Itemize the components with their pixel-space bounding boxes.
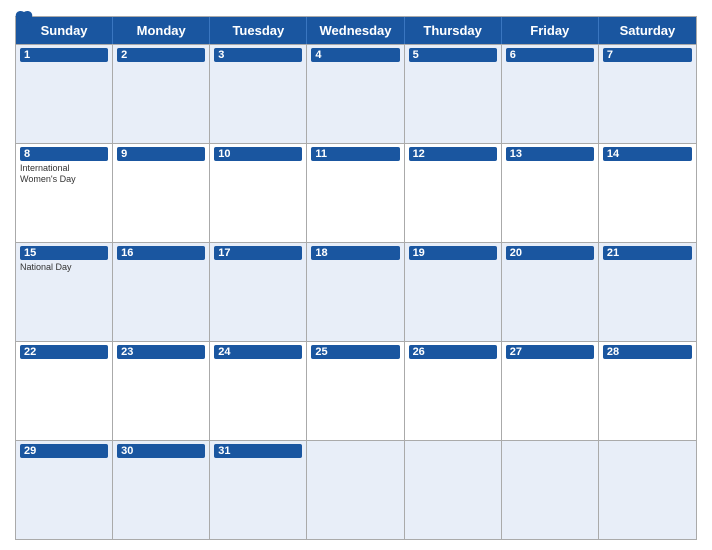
date-number: 18	[311, 246, 399, 260]
date-number: 2	[117, 48, 205, 62]
calendar-cell	[307, 441, 404, 539]
calendar-cell: 26	[405, 342, 502, 440]
date-number: 10	[214, 147, 302, 161]
date-number: 28	[603, 345, 692, 359]
calendar-body: 12345678International Women's Day9101112…	[16, 44, 696, 539]
date-number: 9	[117, 147, 205, 161]
header-day-thursday: Thursday	[405, 17, 502, 44]
calendar-week-1: 1234567	[16, 44, 696, 143]
calendar-cell: 31	[210, 441, 307, 539]
calendar-cell: 5	[405, 45, 502, 143]
header-day-friday: Friday	[502, 17, 599, 44]
calendar-cell: 19	[405, 243, 502, 341]
calendar-header-row: SundayMondayTuesdayWednesdayThursdayFrid…	[16, 17, 696, 44]
header-day-wednesday: Wednesday	[307, 17, 404, 44]
calendar-cell: 16	[113, 243, 210, 341]
calendar-cell: 2	[113, 45, 210, 143]
calendar-cell: 14	[599, 144, 696, 242]
calendar-cell: 1	[16, 45, 113, 143]
date-number: 1	[20, 48, 108, 62]
calendar-cell: 25	[307, 342, 404, 440]
date-number: 19	[409, 246, 497, 260]
calendar-cell: 12	[405, 144, 502, 242]
calendar-cell	[502, 441, 599, 539]
calendar-cell: 22	[16, 342, 113, 440]
date-number: 8	[20, 147, 108, 161]
date-number: 26	[409, 345, 497, 359]
calendar-cell: 23	[113, 342, 210, 440]
date-number: 27	[506, 345, 594, 359]
logo	[15, 10, 35, 26]
calendar-cell: 30	[113, 441, 210, 539]
calendar-cell: 27	[502, 342, 599, 440]
event-label: National Day	[20, 262, 108, 273]
calendar-cell: 15 National Day	[16, 243, 113, 341]
date-number: 29	[20, 444, 108, 458]
date-number: 11	[311, 147, 399, 161]
date-number: 13	[506, 147, 594, 161]
calendar-cell	[405, 441, 502, 539]
event-label: International Women's Day	[20, 163, 108, 185]
calendar-page: SundayMondayTuesdayWednesdayThursdayFrid…	[0, 0, 712, 550]
date-number: 22	[20, 345, 108, 359]
calendar-cell: 6	[502, 45, 599, 143]
date-number: 3	[214, 48, 302, 62]
date-number: 20	[506, 246, 594, 260]
calendar-cell: 29	[16, 441, 113, 539]
calendar-cell: 8 International Women's Day	[16, 144, 113, 242]
calendar-cell: 28	[599, 342, 696, 440]
logo-bird-icon	[15, 10, 33, 26]
header-day-saturday: Saturday	[599, 17, 696, 44]
date-number: 14	[603, 147, 692, 161]
calendar-week-4: 22 23 24 25 26 27 28	[16, 341, 696, 440]
date-number: 21	[603, 246, 692, 260]
date-number: 25	[311, 345, 399, 359]
calendar-cell: 13	[502, 144, 599, 242]
calendar-cell: 7	[599, 45, 696, 143]
calendar-cell: 4	[307, 45, 404, 143]
date-number: 17	[214, 246, 302, 260]
date-number: 31	[214, 444, 302, 458]
calendar-grid: SundayMondayTuesdayWednesdayThursdayFrid…	[15, 16, 697, 540]
calendar-cell: 18	[307, 243, 404, 341]
calendar-cell: 11	[307, 144, 404, 242]
calendar-cell: 21	[599, 243, 696, 341]
date-number: 6	[506, 48, 594, 62]
calendar-cell: 24	[210, 342, 307, 440]
date-number: 24	[214, 345, 302, 359]
calendar-week-2: 8 International Women's Day 9 10 11 12 13 14	[16, 143, 696, 242]
calendar-cell	[599, 441, 696, 539]
header-day-tuesday: Tuesday	[210, 17, 307, 44]
date-number: 23	[117, 345, 205, 359]
date-number: 5	[409, 48, 497, 62]
calendar-cell: 10	[210, 144, 307, 242]
calendar-cell: 9	[113, 144, 210, 242]
calendar-cell: 17	[210, 243, 307, 341]
date-number: 7	[603, 48, 692, 62]
date-number: 4	[311, 48, 399, 62]
date-number: 12	[409, 147, 497, 161]
calendar-cell: 20	[502, 243, 599, 341]
date-number: 16	[117, 246, 205, 260]
header-day-monday: Monday	[113, 17, 210, 44]
date-number: 15	[20, 246, 108, 260]
logo-blue-container	[15, 10, 35, 26]
calendar-week-5: 29 30 31	[16, 440, 696, 539]
calendar-cell: 3	[210, 45, 307, 143]
calendar-week-3: 15 National Day 16 17 18 19 20 21	[16, 242, 696, 341]
date-number: 30	[117, 444, 205, 458]
